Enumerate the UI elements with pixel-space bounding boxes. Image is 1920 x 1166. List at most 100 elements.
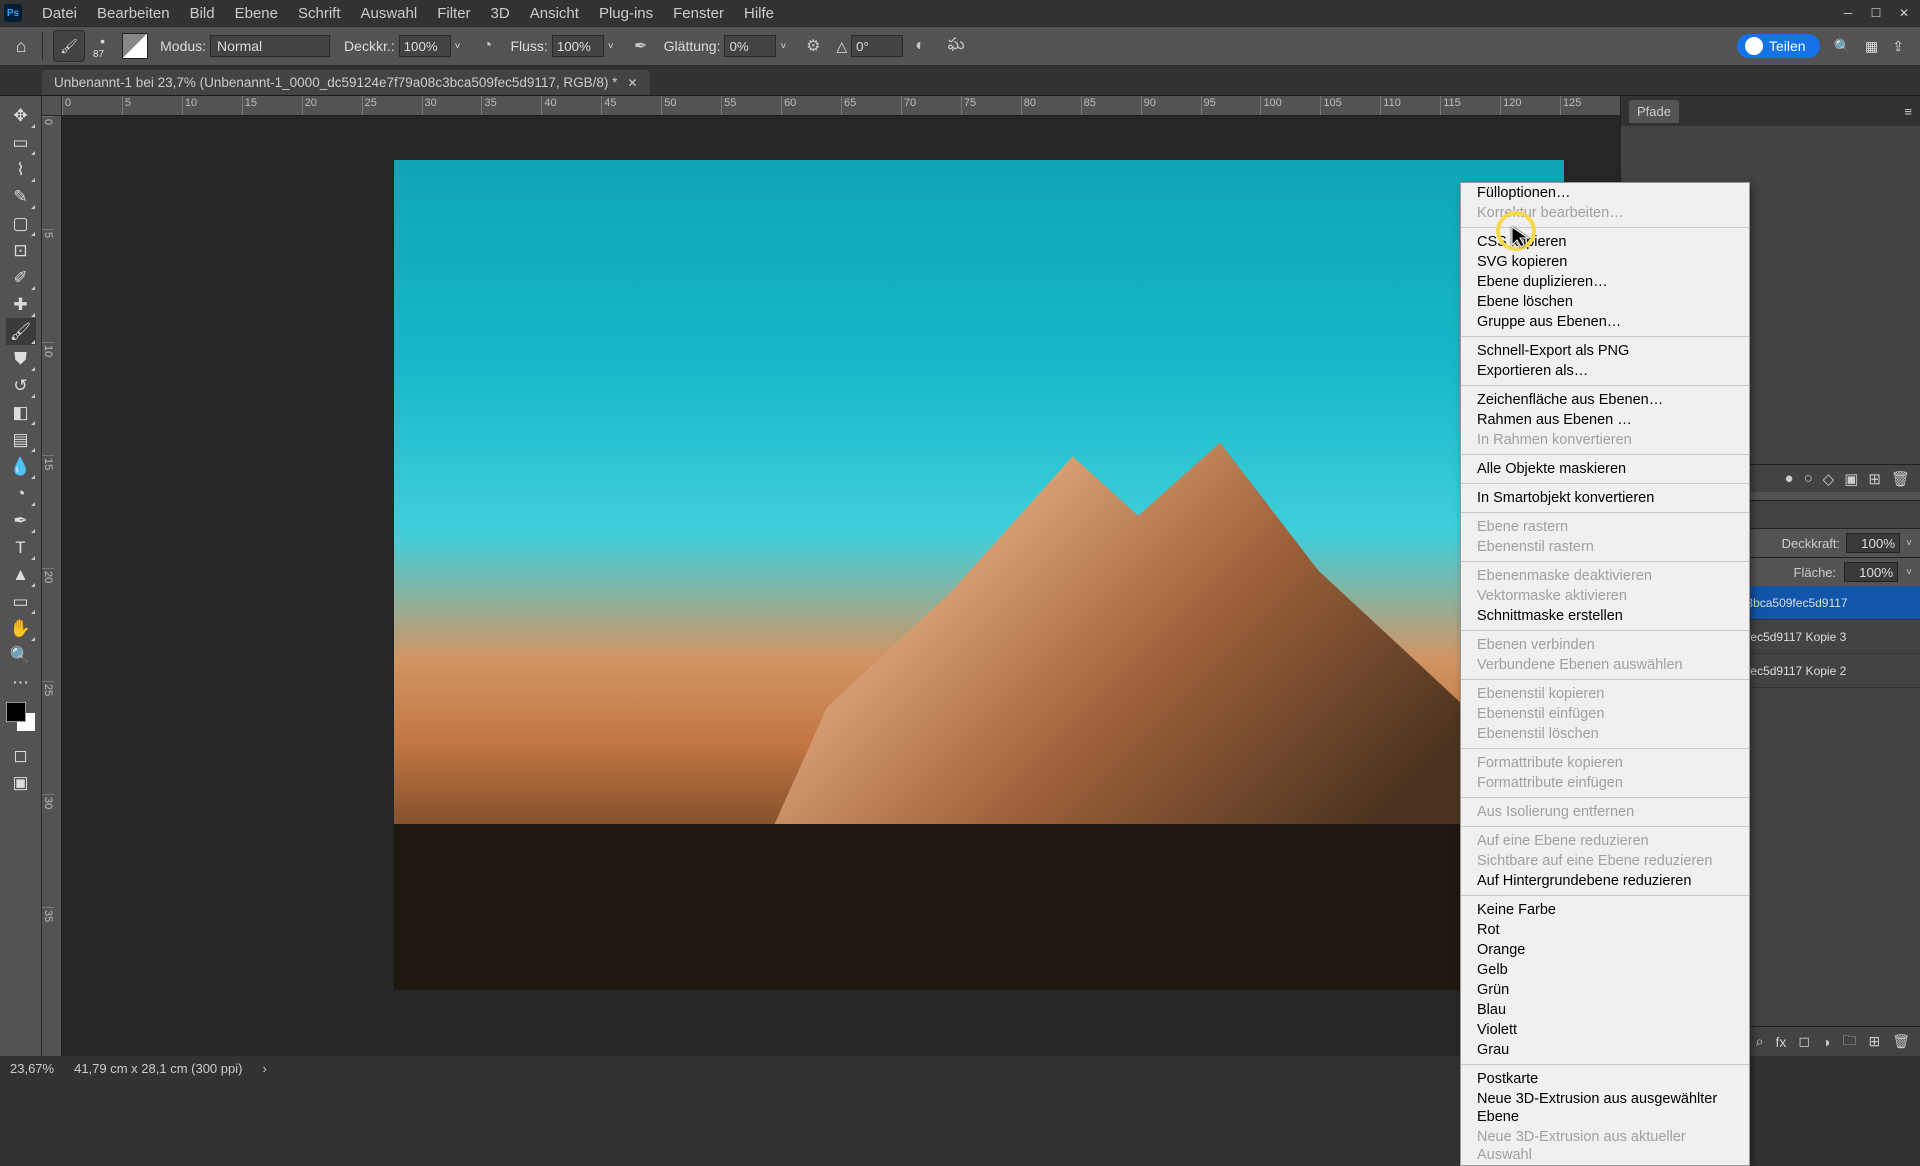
context-menu-item[interactable]: Schnittmaske erstellen [1461, 606, 1749, 626]
screen-mode-tool[interactable]: ▣ [6, 769, 36, 796]
context-menu-item[interactable]: Gruppe aus Ebenen… [1461, 312, 1749, 332]
symmetry-icon[interactable]: ఘ [943, 33, 969, 59]
context-menu-item[interactable]: Ebene duplizieren… [1461, 272, 1749, 292]
gradient-tool[interactable]: ▤ [6, 426, 36, 453]
search-icon[interactable]: 🔍 [1834, 38, 1851, 55]
context-menu-item[interactable]: Orange [1461, 940, 1749, 960]
context-menu-item[interactable]: In Smartobjekt konvertieren [1461, 488, 1749, 508]
quick-mask-tool[interactable]: ◻ [6, 742, 36, 769]
crop-tool[interactable]: ▢ [6, 210, 36, 237]
shape-tool[interactable]: ▭ [6, 588, 36, 615]
color-picker[interactable] [6, 702, 36, 732]
menu-datei[interactable]: Datei [32, 5, 87, 22]
layer-mask-icon[interactable]: ◻ [1798, 1033, 1810, 1050]
context-menu-item[interactable]: Blau [1461, 1000, 1749, 1020]
context-menu-item[interactable]: Fülloptionen… [1461, 183, 1749, 203]
path-select-tool[interactable]: ▲ [6, 561, 36, 588]
brush-tool[interactable]: 🖌 [6, 318, 36, 345]
brush-size-value[interactable]: 87 [93, 49, 104, 60]
ruler-vertical[interactable]: 05101520253035 [42, 116, 62, 1056]
menu-3d[interactable]: 3D [481, 5, 520, 22]
ruler-origin[interactable] [42, 96, 62, 116]
marquee-tool[interactable]: ▭ [6, 129, 36, 156]
menu-auswahl[interactable]: Auswahl [351, 5, 428, 22]
type-tool[interactable]: T [6, 534, 36, 561]
history-brush-tool[interactable]: ↺ [6, 372, 36, 399]
context-menu-item[interactable]: Auf Hintergrundebene reduzieren [1461, 871, 1749, 891]
canvas-area[interactable]: 0510152025303540455055606570758085909510… [42, 96, 1620, 1056]
opacity-input[interactable] [399, 35, 451, 57]
brush-preset[interactable]: 🖌 [53, 30, 85, 62]
healing-tool[interactable]: ✚ [6, 291, 36, 318]
zoom-level[interactable]: 23,67% [10, 1061, 54, 1076]
adjustment-layer-icon[interactable]: ◑ [1822, 1034, 1830, 1050]
link-layers-icon[interactable]: ⌕ [1756, 1033, 1764, 1050]
pfade-tab[interactable]: Pfade [1629, 100, 1679, 123]
stamp-tool[interactable]: ⛊ [6, 345, 36, 372]
panel-menu-icon[interactable]: ≡ [1904, 104, 1912, 119]
pen-tool[interactable]: ✒ [6, 507, 36, 534]
document-info[interactable]: 41,79 cm x 28,1 cm (300 ppi) [74, 1061, 242, 1076]
context-menu-item[interactable]: SVG kopieren [1461, 252, 1749, 272]
workspace-icon[interactable]: ▦ [1865, 38, 1878, 55]
new-path-icon[interactable]: ⊞ [1868, 470, 1881, 488]
context-menu-item[interactable]: CSS kopieren [1461, 232, 1749, 252]
context-menu-item[interactable]: Rot [1461, 920, 1749, 940]
lasso-tool[interactable]: ⌇ [6, 156, 36, 183]
flow-input[interactable] [552, 35, 604, 57]
menu-plug-ins[interactable]: Plug-ins [589, 5, 663, 22]
window-minimize[interactable] [1836, 3, 1860, 23]
context-menu-item[interactable]: Keine Farbe [1461, 900, 1749, 920]
menu-fenster[interactable]: Fenster [663, 5, 734, 22]
info-chevron-icon[interactable]: › [262, 1061, 266, 1076]
fill-path-icon[interactable]: ● [1785, 470, 1794, 487]
menu-bild[interactable]: Bild [180, 5, 225, 22]
context-menu-item[interactable]: Exportieren als… [1461, 361, 1749, 381]
tab-close-icon[interactable]: ✕ [627, 76, 637, 90]
menu-bearbeiten[interactable]: Bearbeiten [87, 5, 180, 22]
menu-ebene[interactable]: Ebene [225, 5, 288, 22]
move-tool[interactable]: ✥ [6, 102, 36, 129]
smoothing-input[interactable] [724, 35, 776, 57]
layer-style-icon[interactable]: fx [1776, 1034, 1787, 1050]
selection-path-icon[interactable]: ◇ [1823, 470, 1835, 488]
window-maximize[interactable] [1864, 3, 1888, 23]
dodge-tool[interactable]: ◔ [6, 480, 36, 507]
context-menu-item[interactable]: Alle Objekte maskieren [1461, 459, 1749, 479]
pressure-size-icon[interactable]: ◐ [907, 33, 933, 59]
context-menu-item[interactable]: Postkarte [1461, 1069, 1749, 1089]
context-menu-item[interactable]: Schnell-Export als PNG [1461, 341, 1749, 361]
brush-swatch[interactable] [122, 33, 148, 59]
share-button[interactable]: Teilen [1737, 34, 1820, 58]
home-icon[interactable]: ⌂ [8, 33, 34, 59]
menu-filter[interactable]: Filter [427, 5, 480, 22]
quick-select-tool[interactable]: ✎ [6, 183, 36, 210]
window-close[interactable] [1892, 3, 1916, 23]
eyedropper-tool[interactable]: ✐ [6, 264, 36, 291]
context-menu-item[interactable]: Grün [1461, 980, 1749, 1000]
menu-schrift[interactable]: Schrift [288, 5, 351, 22]
context-menu-item[interactable]: Zeichenfläche aus Ebenen… [1461, 390, 1749, 410]
layer-opacity-input[interactable] [1846, 533, 1900, 553]
angle-input[interactable] [851, 35, 903, 57]
frame-tool[interactable]: ⊡ [6, 237, 36, 264]
context-menu-item[interactable]: Neue 3D-Extrusion aus ausgewählter Ebene [1461, 1089, 1749, 1127]
new-layer-icon[interactable]: ⊞ [1868, 1033, 1880, 1050]
context-menu-item[interactable]: Rahmen aus Ebenen … [1461, 410, 1749, 430]
pressure-opacity-icon[interactable]: ◔ [474, 33, 500, 59]
menu-ansicht[interactable]: Ansicht [520, 5, 589, 22]
export-icon[interactable]: ⇪ [1892, 38, 1904, 55]
blend-mode-select[interactable]: Normal [210, 35, 330, 57]
ruler-horizontal[interactable]: 0510152025303540455055606570758085909510… [62, 96, 1620, 116]
mask-path-icon[interactable]: ▣ [1844, 470, 1858, 488]
group-icon[interactable]: 🗀 [1842, 1030, 1856, 1054]
eraser-tool[interactable]: ◧ [6, 399, 36, 426]
layer-fill-input[interactable] [1844, 562, 1898, 582]
stroke-path-icon[interactable]: ○ [1804, 470, 1813, 487]
blur-tool[interactable]: 💧 [6, 453, 36, 480]
airbrush-icon[interactable]: ✒ [628, 33, 654, 59]
zoom-tool[interactable]: 🔍 [6, 642, 36, 669]
menu-hilfe[interactable]: Hilfe [734, 5, 784, 22]
delete-layer-icon[interactable]: 🗑 [1892, 1033, 1910, 1050]
context-menu-item[interactable]: Ebene löschen [1461, 292, 1749, 312]
